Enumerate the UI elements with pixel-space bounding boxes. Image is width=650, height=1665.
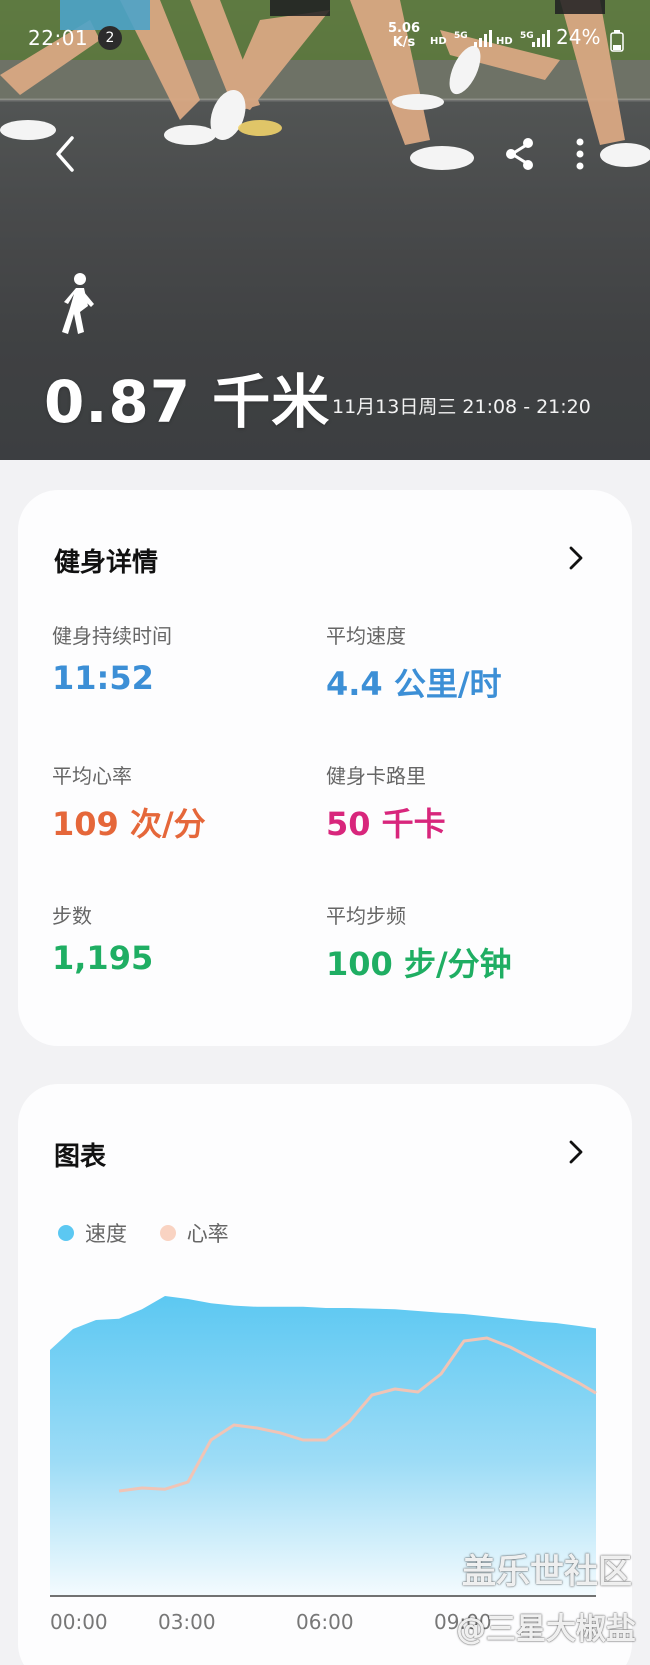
metric-avg-cadence: 平均步频 100 步/分钟 — [326, 900, 512, 985]
network-speed-unit: K/s — [392, 35, 416, 50]
metric-value: 4.4 公里/时 — [326, 665, 502, 703]
metric-label: 步数 — [52, 904, 92, 928]
share-icon — [506, 138, 533, 170]
metric-label: 健身卡路里 — [326, 764, 426, 788]
metric-value: 1,195 — [52, 939, 154, 977]
metric-steps: 步数 1,195 — [52, 900, 153, 977]
x-tick-label: 06:00 — [295, 1610, 354, 1634]
workout-details-title: 健身详情 — [54, 548, 159, 578]
walking-icon — [62, 273, 94, 334]
metric-value: 50 千卡 — [326, 805, 446, 843]
hero-header: 22:01 2 5.06 K/s HD 5G HD 5G 24% 0.87 千米… — [0, 0, 650, 460]
metric-value: 100 步/分钟 — [326, 945, 512, 983]
svg-text:HD: HD — [430, 36, 447, 47]
x-tick-label: 00:00 — [50, 1610, 108, 1634]
metric-avg-speed: 平均速度 4.4 公里/时 — [326, 620, 502, 705]
metric-label: 健身持续时间 — [52, 624, 172, 648]
status-bar: 22:01 2 5.06 K/s HD 5G HD 5G 24% — [0, 20, 650, 60]
metric-duration: 健身持续时间 11:52 — [52, 620, 172, 697]
metric-avg-heart-rate: 平均心率 109 次/分 — [52, 760, 206, 845]
status-time: 22:01 — [28, 26, 89, 50]
metric-label: 平均步频 — [326, 904, 406, 928]
x-tick-label: 03:00 — [157, 1610, 216, 1634]
workout-distance: 0.87 千米 — [44, 368, 331, 436]
svg-text:5G: 5G — [520, 31, 534, 41]
metric-calories: 健身卡路里 50 千卡 — [326, 760, 446, 845]
metric-value: 109 次/分 — [52, 805, 206, 843]
network-speed: 5.06 K/s — [382, 22, 426, 50]
svg-text:5G: 5G — [454, 31, 468, 41]
workout-detail-screen: 22:01 2 5.06 K/s HD 5G HD 5G 24% 0.87 千米… — [0, 0, 650, 1665]
notification-count-badge: 2 — [98, 26, 122, 50]
watermark-author: @三星大椒盐 — [456, 1612, 636, 1647]
more-options-button[interactable] — [558, 128, 610, 180]
watermark-community: 盖乐世社区 — [462, 1552, 632, 1592]
back-arrow-icon — [56, 136, 74, 172]
signal-icon: HD 5G HD 5G — [430, 30, 550, 47]
svg-text:HD: HD — [496, 36, 513, 47]
metric-label: 平均心率 — [52, 764, 132, 788]
workout-details-card[interactable]: 健身详情 健身持续时间 11:52 平均速度 4.4 公里/时 平均心率 109… — [18, 490, 632, 1046]
workout-chart — [50, 1296, 597, 1597]
more-vertical-icon — [576, 138, 584, 170]
metric-value: 11:52 — [52, 659, 154, 697]
back-button[interactable] — [40, 128, 92, 180]
battery-icon — [610, 30, 624, 52]
chevron-right-icon[interactable] — [562, 544, 590, 572]
battery-level: 24% — [556, 25, 601, 49]
workout-date-range: 11月13日周三 21:08 - 21:20 — [332, 396, 591, 418]
network-speed-value: 5.06 — [387, 21, 421, 36]
metric-label: 平均速度 — [326, 624, 406, 648]
share-button[interactable] — [494, 128, 546, 180]
